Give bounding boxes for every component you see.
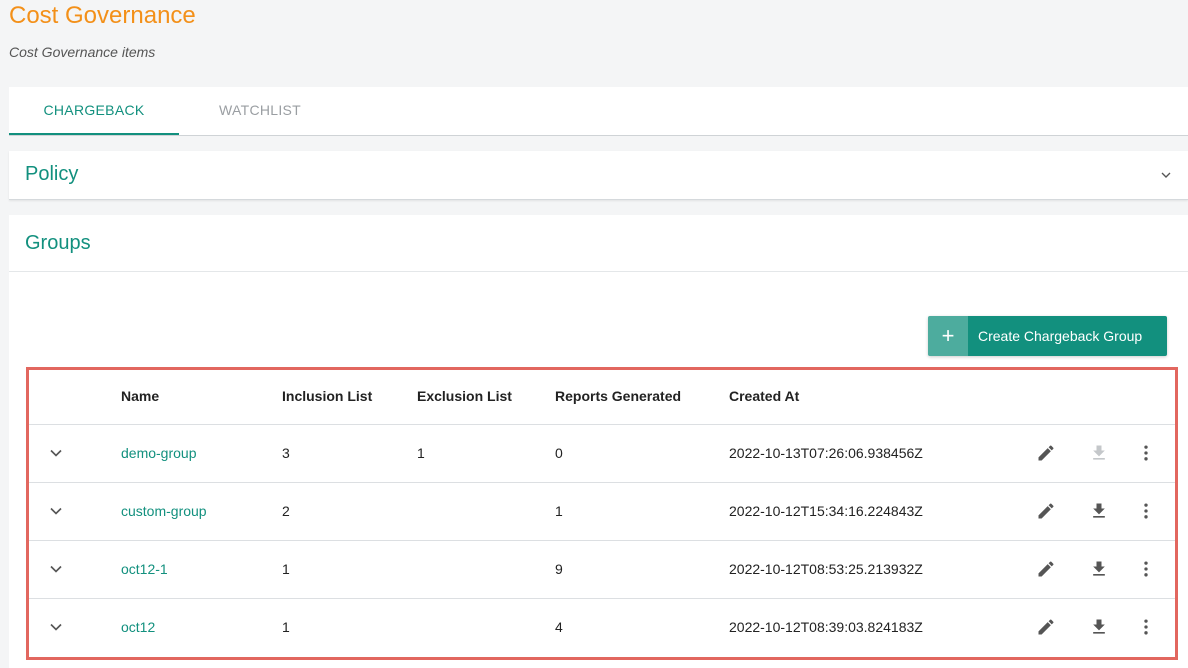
- tab-chargeback-group[interactable]: CHARGEBACK GROUP: [9, 87, 179, 164]
- table-row: oct12-1 1 9 2022-10-12T08:53:25.213932Z: [29, 541, 1175, 599]
- reports-generated-value: 9: [555, 561, 563, 577]
- created-at-value: 2022-10-12T08:39:03.824183Z: [729, 619, 923, 635]
- table-row: oct12 1 4 2022-10-12T08:39:03.824183Z: [29, 599, 1175, 656]
- page-subtitle: Cost Governance items: [9, 44, 156, 60]
- reports-generated-value: 4: [555, 619, 563, 635]
- column-header-created-at[interactable]: Created At: [729, 388, 799, 404]
- more-vertical-icon[interactable]: [1136, 501, 1156, 521]
- inclusion-list-value: 1: [282, 561, 290, 577]
- table-row: demo-group 3 1 0 2022-10-13T07:26:06.938…: [29, 425, 1175, 483]
- group-name-link[interactable]: demo-group: [121, 445, 197, 461]
- inclusion-list-value: 1: [282, 619, 290, 635]
- groups-table: Name Inclusion List Exclusion List Repor…: [29, 370, 1175, 656]
- edit-pencil-icon[interactable]: [1036, 443, 1056, 463]
- exclusion-list-value: 1: [417, 445, 425, 461]
- chevron-down-icon[interactable]: [46, 559, 66, 579]
- chevron-down-icon[interactable]: [46, 501, 66, 521]
- divider: [9, 271, 1188, 272]
- column-header-name[interactable]: Name: [121, 388, 159, 404]
- edit-pencil-icon[interactable]: [1036, 501, 1056, 521]
- inclusion-list-value: 3: [282, 445, 290, 461]
- group-name-link[interactable]: custom-group: [121, 503, 207, 519]
- table-header: Name Inclusion List Exclusion List Repor…: [29, 370, 1175, 425]
- created-at-value: 2022-10-12T08:53:25.213932Z: [729, 561, 923, 577]
- groups-title: Groups: [25, 232, 91, 254]
- download-icon[interactable]: [1089, 443, 1109, 463]
- tab-watchlist[interactable]: WATCHLIST: [207, 87, 313, 135]
- reports-generated-value: 0: [555, 445, 563, 461]
- tab-bar: CHARGEBACK GROUP WATCHLIST: [9, 87, 1188, 164]
- download-icon[interactable]: [1089, 617, 1109, 637]
- chevron-down-icon[interactable]: [46, 443, 66, 463]
- more-vertical-icon[interactable]: [1136, 443, 1156, 463]
- create-button-label: Create Chargeback Group: [978, 328, 1143, 344]
- group-name-link[interactable]: oct12-1: [121, 561, 168, 577]
- plus-icon: +: [928, 316, 968, 356]
- inclusion-list-value: 2: [282, 503, 290, 519]
- reports-generated-value: 1: [555, 503, 563, 519]
- column-header-inclusion-list[interactable]: Inclusion List: [282, 388, 372, 404]
- created-at-value: 2022-10-12T15:34:16.224843Z: [729, 503, 923, 519]
- edit-pencil-icon[interactable]: [1036, 559, 1056, 579]
- more-vertical-icon[interactable]: [1136, 617, 1156, 637]
- download-icon[interactable]: [1089, 559, 1109, 579]
- group-name-link[interactable]: oct12: [121, 619, 155, 635]
- table-row: custom-group 2 1 2022-10-12T15:34:16.224…: [29, 483, 1175, 541]
- created-at-value: 2022-10-13T07:26:06.938456Z: [729, 445, 923, 461]
- create-chargeback-group-button[interactable]: + Create Chargeback Group: [928, 316, 1167, 356]
- table-body: demo-group 3 1 0 2022-10-13T07:26:06.938…: [29, 425, 1175, 656]
- edit-pencil-icon[interactable]: [1036, 617, 1056, 637]
- policy-title: Policy: [25, 163, 79, 185]
- column-header-reports-generated[interactable]: Reports Generated: [555, 388, 681, 404]
- chevron-down-icon[interactable]: [1158, 167, 1174, 183]
- chevron-down-icon[interactable]: [46, 617, 66, 637]
- page-title: Cost Governance: [9, 2, 196, 29]
- column-header-exclusion-list[interactable]: Exclusion List: [417, 388, 512, 404]
- more-vertical-icon[interactable]: [1136, 559, 1156, 579]
- policy-panel[interactable]: Policy: [9, 151, 1188, 200]
- download-icon[interactable]: [1089, 501, 1109, 521]
